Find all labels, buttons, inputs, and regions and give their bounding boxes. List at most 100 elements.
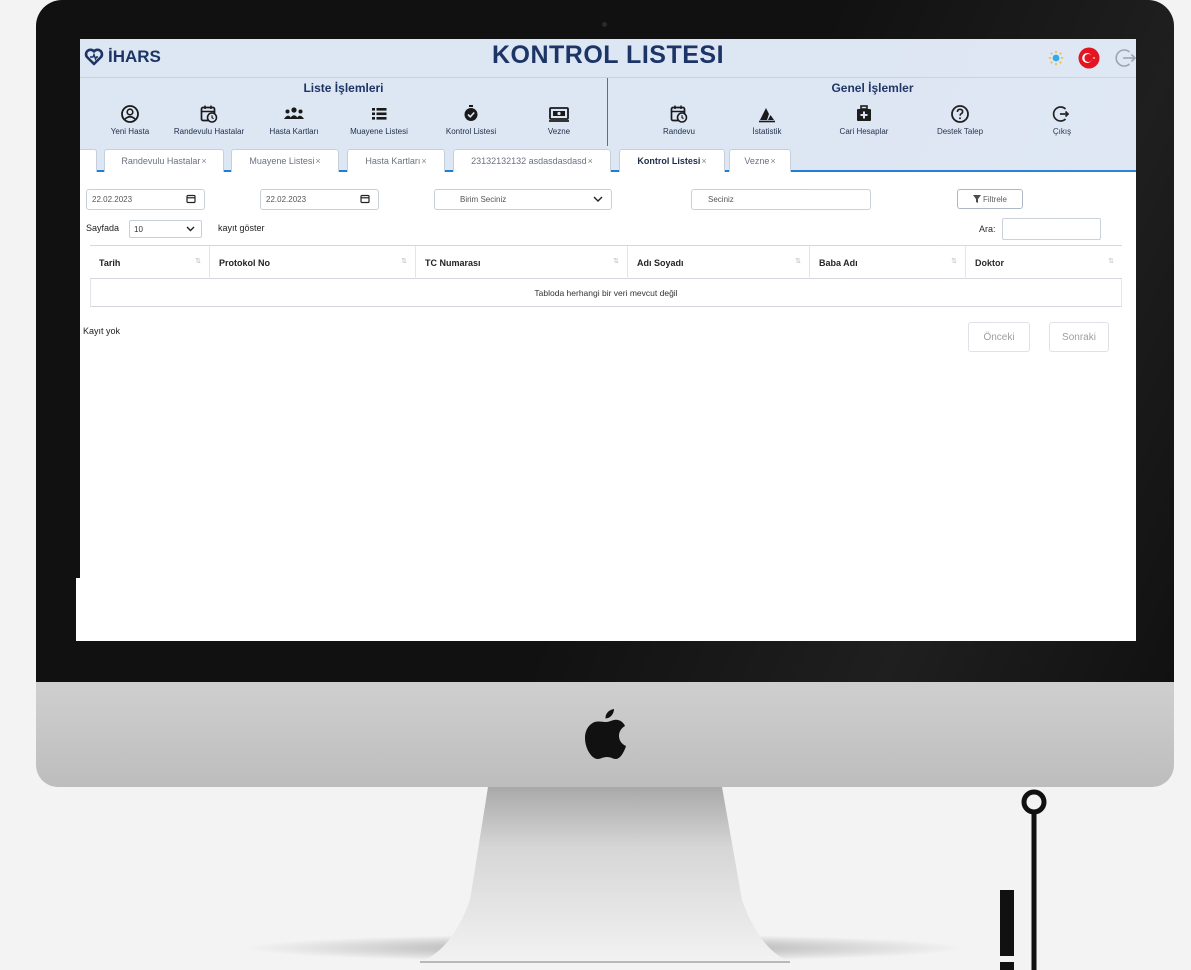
table-header: Tarih ⇅ Protokol No ⇅ TC Numarası ⇅ Adı … (90, 245, 1122, 279)
ribbon-label: Vezne (547, 127, 571, 136)
table-empty-row: Tabloda herhangi bir veri mevcut değil (90, 279, 1122, 307)
chevron-down-icon (186, 226, 195, 232)
unit-select-value: Birim Seciniz (460, 195, 507, 204)
user-circle-icon (121, 105, 139, 123)
tab-patient-cards[interactable]: Hasta Kartları × (347, 149, 445, 172)
ribbon-patient-cards-button[interactable]: Hasta Kartları (249, 104, 339, 144)
ribbon-control-list-button[interactable]: Kontrol Listesi (426, 104, 516, 144)
ribbon-menu: Liste İşlemleri Yeni Hasta Randevulu Has… (80, 77, 1136, 146)
theme-toggle-icon[interactable] (1048, 50, 1064, 66)
control-list-table: Tarih ⇅ Protokol No ⇅ TC Numarası ⇅ Adı … (90, 245, 1122, 307)
close-icon[interactable]: × (770, 156, 775, 166)
page-size-value: 10 (134, 224, 143, 234)
close-icon[interactable]: × (701, 156, 706, 166)
close-icon[interactable]: × (315, 156, 320, 166)
ribbon-examination-list-button[interactable]: Muayene Listesi (334, 104, 424, 144)
ribbon-label: Yeni Hasta (110, 127, 150, 136)
tab-label: 23132132132 asdasdasdasd (471, 156, 587, 166)
filter-icon (972, 195, 981, 203)
start-date-field[interactable]: 22.02.2023 (86, 189, 205, 210)
sort-icon: ⇅ (195, 258, 201, 265)
column-header-protocol[interactable]: Protokol No ⇅ (210, 246, 416, 279)
tab-examination-list[interactable]: Muayene Listesi × (231, 149, 339, 172)
ribbon-statistics-button[interactable]: İstatistik (722, 104, 812, 144)
column-header-father-name[interactable]: Baba Adı ⇅ (810, 246, 966, 279)
sort-icon: ⇅ (795, 258, 801, 265)
sort-icon: ⇅ (951, 258, 957, 265)
filter-button-label: Filtrele (982, 194, 1007, 204)
column-header-doctor[interactable]: Doktor ⇅ (966, 246, 1122, 279)
ribbon-appointment-button[interactable]: Randevu (634, 104, 724, 144)
screen-edge (76, 578, 86, 641)
calendar-icon[interactable] (360, 194, 370, 204)
filter-button[interactable]: Filtrele (957, 189, 1023, 209)
ribbon-appointed-patients-button[interactable]: Randevulu Hastalar (164, 104, 254, 144)
column-title: Doktor (975, 257, 1004, 268)
logout-icon[interactable] (1114, 47, 1136, 69)
top-right-icons (1034, 47, 1136, 69)
ribbon-label: Cari Hesaplar (839, 127, 889, 136)
ribbon-label: İstatistik (752, 127, 782, 136)
chart-icon (759, 108, 775, 123)
ribbon-new-patient-button[interactable]: Yeni Hasta (85, 104, 175, 144)
general-operations-group: Genel İşlemler Randevu İstatistik Cari H… (609, 78, 1136, 146)
page-size-select[interactable]: 10 (129, 220, 202, 238)
ribbon-label: Çıkış (1052, 127, 1072, 136)
end-date-field[interactable]: 22.02.2023 (260, 189, 379, 210)
search-input[interactable] (1002, 218, 1101, 240)
column-header-name[interactable]: Adı Soyadı ⇅ (628, 246, 810, 279)
close-icon[interactable]: × (588, 156, 593, 166)
selection-placeholder: Seciniz (708, 195, 734, 204)
page-size-suffix: kayıt göster (218, 223, 265, 233)
app-screen: İHARS KONTROL LISTESI Liste İşlemleri Ye… (80, 39, 1136, 641)
end-date-value: 22.02.2023 (266, 195, 307, 204)
close-icon[interactable]: × (421, 156, 426, 166)
ribbon-current-accounts-button[interactable]: Cari Hesaplar (819, 104, 909, 144)
tab-cashier[interactable]: Vezne × (729, 149, 791, 172)
tab-label: Muayene Listesi (249, 156, 315, 166)
list-operations-group: Liste İşlemleri Yeni Hasta Randevulu Has… (80, 78, 608, 146)
logout-icon (1052, 106, 1070, 122)
ribbon-label: Destek Talep (936, 127, 984, 136)
turkish-flag-icon[interactable] (1078, 47, 1100, 69)
tab-label: Vezne (744, 156, 770, 166)
column-title: Tarih (99, 257, 121, 268)
chevron-down-icon (593, 196, 603, 202)
tab-patient-record[interactable]: 23132132132 asdasdasdasd × (453, 149, 611, 172)
sort-icon: ⇅ (613, 258, 619, 265)
ribbon-cashier-button[interactable]: Vezne (514, 104, 604, 144)
sort-icon: ⇅ (401, 258, 407, 265)
unit-select[interactable]: Birim Seciniz (434, 189, 612, 210)
tab-bar: Randevulu Hastalar × Muayene Listesi × Has… (80, 146, 1136, 172)
group-title-list: Liste İşlemleri (303, 81, 384, 95)
next-page-button[interactable]: Sonraki (1049, 322, 1109, 352)
apple-logo-icon (585, 709, 626, 759)
tab-label: Randevulu Hastalar (121, 156, 201, 166)
top-bar: İHARS KONTROL LISTESI (80, 39, 1136, 77)
page-title: KONTROL LISTESI (491, 41, 725, 69)
search-label: Ara: (979, 224, 996, 234)
tab-scroll-left[interactable] (80, 149, 97, 172)
tab-appointed-patients[interactable]: Randevulu Hastalar × (104, 149, 224, 172)
record-info: Kayıt yok (83, 326, 121, 336)
calendar-clock-icon (200, 105, 218, 123)
column-header-tc-number[interactable]: TC Numarası ⇅ (416, 246, 628, 279)
cash-register-icon (549, 107, 569, 122)
ribbon-exit-button[interactable]: Çıkış (1017, 104, 1107, 144)
close-icon[interactable]: × (201, 156, 206, 166)
column-title: Adı Soyadı (637, 257, 684, 268)
sort-icon: ⇅ (1108, 258, 1114, 265)
tab-control-list[interactable]: Kontrol Listesi × (619, 149, 725, 172)
ribbon-label: Muayene Listesi (350, 127, 408, 136)
column-title: Baba Adı (819, 257, 858, 268)
previous-page-button[interactable]: Önceki (968, 322, 1030, 352)
column-header-date[interactable]: Tarih ⇅ (90, 246, 210, 279)
ribbon-support-request-button[interactable]: Destek Talep (915, 104, 1005, 144)
users-icon (284, 107, 304, 119)
ribbon-label: Hasta Kartları (269, 127, 319, 136)
calendar-icon[interactable] (186, 194, 196, 204)
tab-label: Kontrol Listesi (637, 156, 701, 166)
selection-field[interactable]: Seciniz (691, 189, 871, 210)
calendar-clock-icon (670, 105, 688, 123)
ribbon-label: Randevulu Hastalar (173, 127, 245, 136)
